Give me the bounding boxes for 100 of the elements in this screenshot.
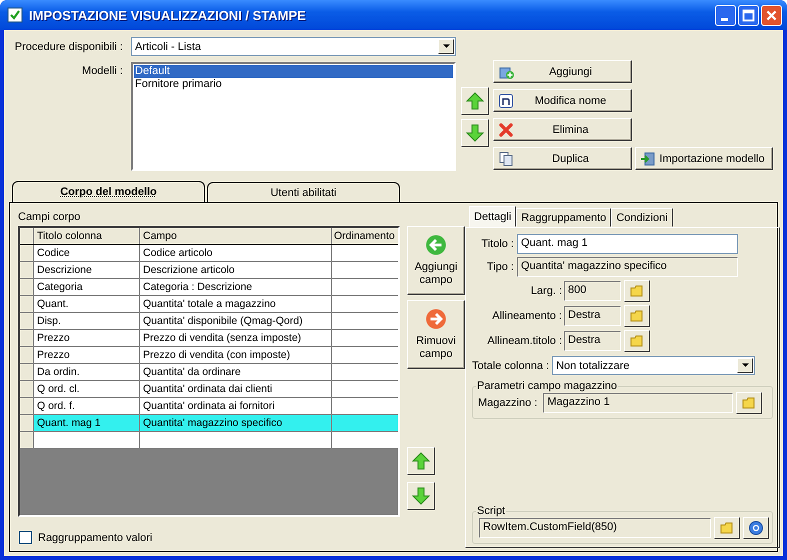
column-header: Ordinamento	[333, 229, 396, 244]
tab[interactable]: Utenti abilitati	[207, 182, 400, 202]
checkbox[interactable]	[19, 531, 32, 544]
table-cell: Quant. mag 1	[34, 415, 140, 431]
table-row[interactable]: Q ord. cl. Quantita' ordinata dai clienti	[20, 381, 398, 398]
field-action-button[interactable]: Rimuovi campo	[407, 300, 465, 369]
move-up-button[interactable]	[407, 447, 435, 475]
table-row[interactable]: Categoria Categoria : Descrizione	[20, 279, 398, 296]
table-row[interactable]: Quant. Quantita' totale a magazzino	[20, 296, 398, 313]
close-button[interactable]	[761, 4, 782, 26]
readonly-field: Quantita' magazzino specifico	[517, 257, 738, 277]
minimize-icon	[721, 18, 728, 20]
table-cell: Quantita' magazzino specifico	[140, 415, 332, 431]
move-up-button[interactable]	[461, 87, 489, 115]
folder-button[interactable]	[624, 280, 650, 302]
maximize-button[interactable]	[738, 4, 759, 26]
folder-button[interactable]	[714, 517, 740, 539]
table-cell: Prezzo	[34, 347, 140, 363]
table-cell: Descrizione articolo	[140, 262, 332, 278]
import-model-button[interactable]: Importazione modello	[635, 147, 773, 170]
table-cell: Categoria : Descrizione	[140, 279, 332, 295]
readonly-field: Destra	[564, 331, 621, 351]
model-action-button[interactable]: Aggiungi	[493, 60, 632, 83]
readonly-field: Destra	[564, 306, 621, 326]
table-cell: Prezzo	[34, 330, 140, 346]
table-cell: Codice	[34, 245, 140, 261]
window-title: IMPOSTAZIONE VISUALIZZAZIONI / STAMPE	[29, 8, 307, 22]
table-cell: Codice articolo	[140, 245, 332, 261]
table-cell: Categoria	[34, 279, 140, 295]
table-cell: Prezzo di vendita (senza imposte)	[140, 330, 332, 346]
group-title: Parametri campo magazzino	[476, 380, 618, 392]
folder-icon	[629, 308, 645, 324]
folder-button[interactable]	[624, 330, 650, 352]
arrow-right-icon	[425, 308, 447, 330]
folder-icon	[719, 520, 735, 536]
minimize-button[interactable]	[715, 4, 736, 26]
table-row[interactable]: Quant. mag 1 Quantita' magazzino specifico	[20, 415, 398, 432]
group-title: Script	[476, 505, 506, 517]
table-row[interactable]: Prezzo Prezzo di vendita (senza imposte)	[20, 330, 398, 347]
caret-icon	[442, 44, 450, 49]
model-item[interactable]: Fornitore primario	[134, 78, 453, 91]
field-label: Totale colonna :	[472, 360, 550, 372]
models-label: Modelli :	[81, 64, 123, 79]
caret-icon	[742, 363, 749, 368]
column-header: Titolo colonna	[34, 228, 140, 244]
tab[interactable]: Corpo del modello	[12, 181, 205, 202]
help-button[interactable]	[743, 517, 769, 539]
field-label: Tipo :	[486, 261, 514, 273]
import-icon	[640, 150, 656, 166]
table-row[interactable]: Da ordin. Quantita' da ordinare	[20, 364, 398, 381]
table-row[interactable]: Q ord. f. Quantita' ordinata ai fornitori	[20, 398, 398, 415]
field-label: Titolo :	[480, 238, 514, 250]
script-field[interactable]: RowItem.CustomField(850)	[479, 518, 711, 538]
folder-button[interactable]	[624, 305, 650, 327]
move-down-button[interactable]	[461, 119, 489, 147]
arrow-down-icon	[465, 123, 485, 143]
table-cell: Da ordin.	[34, 364, 140, 380]
table-cell: Q ord. cl.	[34, 381, 140, 397]
readonly-field: 800	[564, 281, 621, 301]
procedure-dropdown[interactable]: Articoli - Lista	[131, 37, 456, 56]
model-action-button[interactable]: Elimina	[493, 118, 632, 141]
model-action-button[interactable]: Modifica nome	[493, 89, 632, 112]
section-label: Campi corpo	[18, 211, 82, 223]
total-dropdown[interactable]: Non totalizzare	[552, 356, 756, 375]
folder-icon	[629, 333, 645, 349]
tab[interactable]: Raggruppamento	[516, 208, 612, 227]
checkbox-label: Raggruppamento valori	[38, 532, 152, 544]
folder-button[interactable]	[736, 392, 762, 414]
table-cell: Quantita' ordinata dai clienti	[140, 381, 332, 397]
delete-icon	[498, 122, 514, 138]
column-header: Campo	[140, 228, 332, 244]
table-cell: Q ord. f.	[34, 398, 140, 414]
table-cell: Quantita' ordinata ai fornitori	[140, 398, 332, 414]
models-list[interactable]: Default Fornitore primario	[131, 62, 456, 171]
field-label: Magazzino :	[478, 397, 538, 409]
field-label: Allineamento :	[491, 310, 562, 322]
table-row[interactable]	[20, 432, 398, 449]
tab[interactable]: Condizioni	[611, 208, 673, 227]
table-cell: Quantita' totale a magazzino	[140, 296, 332, 312]
table-cell: Quantita' da ordinare	[140, 364, 332, 380]
input-field[interactable]: Quant. mag 1	[517, 234, 738, 254]
readonly-field: Magazzino 1	[543, 393, 734, 413]
table-row[interactable]: Prezzo Prezzo di vendita (con imposte)	[20, 347, 398, 364]
table-row[interactable]: Codice Codice articolo	[20, 245, 398, 262]
table-cell: Prezzo di vendita (con imposte)	[140, 347, 332, 363]
table-row[interactable]: Disp. Quantita' disponibile (Qmag-Qord)	[20, 313, 398, 330]
table-cell: Quantita' disponibile (Qmag-Qord)	[140, 313, 332, 329]
checkbox-icon	[7, 7, 23, 23]
arrow-up-icon	[411, 451, 431, 471]
model-action-button[interactable]: Duplica	[493, 147, 632, 170]
move-down-button[interactable]	[407, 482, 435, 510]
model-item[interactable]: Default	[134, 65, 453, 78]
arrow-left-icon	[425, 234, 447, 256]
field-label: Allineam.titolo :	[486, 335, 562, 347]
table-cell: Disp.	[34, 313, 140, 329]
tab[interactable]: Dettagli	[469, 206, 516, 227]
field-action-button[interactable]: Aggiungi campo	[407, 226, 465, 295]
folder-icon	[741, 395, 758, 411]
procedure-label: Procedure disponibili :	[14, 40, 123, 52]
table-row[interactable]: Descrizione Descrizione articolo	[20, 262, 398, 279]
